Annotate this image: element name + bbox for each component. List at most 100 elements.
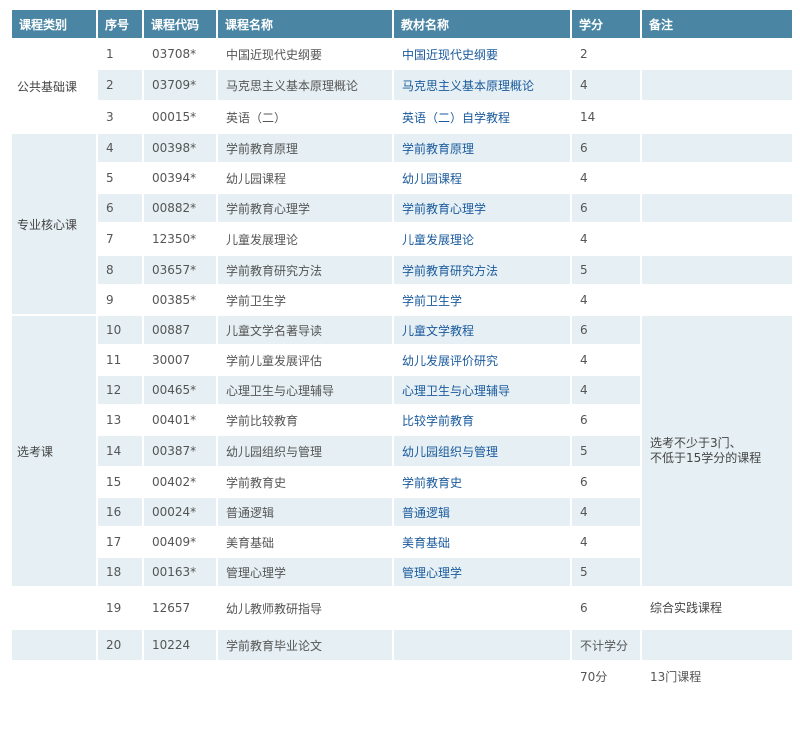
credit: 6 bbox=[572, 316, 640, 344]
table-row: 6 00882* 学前教育心理学 学前教育心理学 6 bbox=[12, 194, 792, 222]
course-name: 儿童文学名著导读 bbox=[218, 316, 392, 344]
note bbox=[642, 630, 792, 660]
table-row: 专业核心课 4 00398* 学前教育原理 学前教育原理 6 bbox=[12, 134, 792, 314]
course-code: 10224 bbox=[144, 630, 216, 660]
row-number: 9 bbox=[98, 286, 142, 314]
credit: 4 bbox=[572, 528, 640, 556]
course-code: 00163* bbox=[144, 558, 216, 586]
course-code: 00465* bbox=[144, 376, 216, 404]
textbook-name bbox=[394, 630, 570, 660]
course-code: 00402* bbox=[144, 468, 216, 496]
course-code: 00385* bbox=[144, 286, 216, 314]
textbook-name: 幼儿发展评价研究 bbox=[394, 346, 570, 374]
row-number: 1 bbox=[98, 40, 142, 68]
credit: 4 bbox=[572, 286, 640, 314]
course-code: 00887 bbox=[144, 316, 216, 344]
note bbox=[642, 224, 792, 254]
course-code: 00015* bbox=[144, 102, 216, 132]
course-name: 学前教育毕业论文 bbox=[218, 630, 392, 660]
course-name: 学前卫生学 bbox=[218, 286, 392, 314]
row-number: 5 bbox=[98, 164, 142, 192]
course-code: 03657* bbox=[144, 256, 216, 284]
course-name: 幼儿园课程 bbox=[218, 164, 392, 192]
empty-cell bbox=[218, 662, 392, 690]
row-number: 7 bbox=[98, 224, 142, 254]
category-cell: 选考课 bbox=[12, 316, 96, 586]
course-name: 幼儿园组织与管理 bbox=[218, 436, 392, 466]
empty-cell bbox=[144, 662, 216, 690]
total-note: 13门课程 bbox=[642, 662, 792, 690]
category-cell bbox=[12, 588, 96, 628]
row-number: 13 bbox=[98, 406, 142, 434]
category-cell: 公共基础课 bbox=[12, 40, 96, 132]
row-number: 12 bbox=[98, 376, 142, 404]
category-cell bbox=[12, 630, 96, 660]
credit: 6 bbox=[572, 588, 640, 628]
credit: 4 bbox=[572, 70, 640, 100]
course-code: 00024* bbox=[144, 498, 216, 526]
credit: 4 bbox=[572, 498, 640, 526]
textbook-name: 学前卫生学 bbox=[394, 286, 570, 314]
credit: 5 bbox=[572, 256, 640, 284]
course-name: 学前儿童发展评估 bbox=[218, 346, 392, 374]
credit: 4 bbox=[572, 376, 640, 404]
course-name: 英语（二） bbox=[218, 102, 392, 132]
table-row: 9 00385* 学前卫生学 学前卫生学 4 bbox=[12, 286, 792, 314]
textbook-name: 中国近现代史纲要 bbox=[394, 40, 570, 68]
row-number: 8 bbox=[98, 256, 142, 284]
empty-cell bbox=[98, 662, 142, 690]
header-course-name: 课程名称 bbox=[218, 10, 392, 38]
course-name: 学前比较教育 bbox=[218, 406, 392, 434]
credit: 不计学分 bbox=[572, 630, 640, 660]
row-number: 2 bbox=[98, 70, 142, 100]
note bbox=[642, 164, 792, 192]
textbook-name: 管理心理学 bbox=[394, 558, 570, 586]
header-code: 课程代码 bbox=[144, 10, 216, 38]
course-name: 儿童发展理论 bbox=[218, 224, 392, 254]
course-name: 幼儿教师教研指导 bbox=[218, 588, 392, 628]
course-code: 00398* bbox=[144, 134, 216, 162]
textbook-name: 学前教育原理 bbox=[394, 134, 570, 162]
course-code: 00394* bbox=[144, 164, 216, 192]
row-number: 10 bbox=[98, 316, 142, 344]
note: 综合实践课程 bbox=[642, 588, 792, 628]
course-code: 12350* bbox=[144, 224, 216, 254]
course-code: 03708* bbox=[144, 40, 216, 68]
header-note: 备注 bbox=[642, 10, 792, 38]
credit: 14 bbox=[572, 102, 640, 132]
row-number: 4 bbox=[98, 134, 142, 162]
row-number: 16 bbox=[98, 498, 142, 526]
textbook-name: 幼儿园组织与管理 bbox=[394, 436, 570, 466]
empty-cell bbox=[394, 662, 570, 690]
course-name: 学前教育研究方法 bbox=[218, 256, 392, 284]
header-textbook: 教材名称 bbox=[394, 10, 570, 38]
course-code: 00882* bbox=[144, 194, 216, 222]
textbook-name: 马克思主义基本原理概论 bbox=[394, 70, 570, 100]
elective-note: 选考不少于3门、 不低于15学分的课程 bbox=[642, 316, 792, 586]
credit: 6 bbox=[572, 468, 640, 496]
textbook-name: 学前教育研究方法 bbox=[394, 256, 570, 284]
textbook-name: 幼儿园课程 bbox=[394, 164, 570, 192]
row-number: 19 bbox=[98, 588, 142, 628]
course-name: 中国近现代史纲要 bbox=[218, 40, 392, 68]
note bbox=[642, 286, 792, 314]
note bbox=[642, 70, 792, 100]
course-code: 00409* bbox=[144, 528, 216, 556]
row-number: 20 bbox=[98, 630, 142, 660]
curriculum-table: 课程类别 序号 课程代码 课程名称 教材名称 学分 备注 公共基础课 1 03708… bbox=[10, 8, 794, 692]
table-row: 公共基础课 1 03708* 中国近现代史纲要 中国近现代史纲要 2 bbox=[12, 40, 792, 132]
credit: 5 bbox=[572, 558, 640, 586]
table-row: 20 10224 学前教育毕业论文 不计学分 bbox=[12, 630, 792, 660]
row-number: 18 bbox=[98, 558, 142, 586]
table-row: 19 12657 幼儿教师教研指导 6 综合实践课程 bbox=[12, 588, 792, 628]
table-row: 3 00015* 英语（二） 英语（二）自学教程 14 bbox=[12, 102, 792, 132]
row-number: 11 bbox=[98, 346, 142, 374]
course-name: 学前教育心理学 bbox=[218, 194, 392, 222]
textbook-name: 儿童发展理论 bbox=[394, 224, 570, 254]
course-code: 00401* bbox=[144, 406, 216, 434]
textbook-name: 普通逻辑 bbox=[394, 498, 570, 526]
total-row: 70分 13门课程 bbox=[12, 662, 792, 690]
course-name: 学前教育史 bbox=[218, 468, 392, 496]
credit: 4 bbox=[572, 164, 640, 192]
table-row: 5 00394* 幼儿园课程 幼儿园课程 4 bbox=[12, 164, 792, 192]
